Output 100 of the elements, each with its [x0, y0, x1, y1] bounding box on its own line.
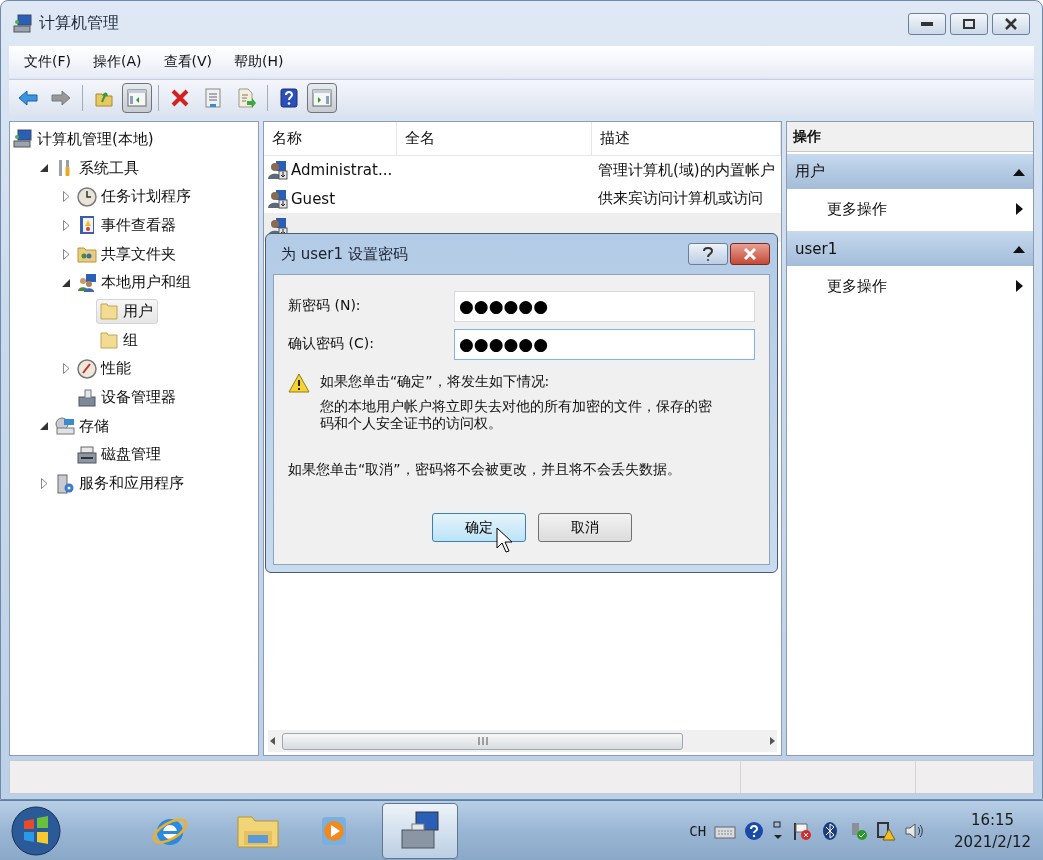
- tree-item[interactable]: 事件查看器: [74, 212, 181, 238]
- menu-item[interactable]: 帮助(H): [225, 49, 293, 75]
- close-icon: [1005, 17, 1017, 30]
- action-label: 更多操作: [827, 199, 887, 219]
- clock-icon: [77, 186, 97, 207]
- column-header[interactable]: 描述: [592, 122, 781, 155]
- close-icon: [744, 248, 756, 260]
- volume-icon: [904, 820, 925, 841]
- action-pane-icon: [312, 87, 332, 108]
- question-mark-icon: [703, 247, 713, 261]
- menu-item[interactable]: 操作(A): [84, 49, 151, 75]
- toolbox-icon: [77, 387, 97, 408]
- description-cell-text: 供来宾访问计算机或访问: [597, 189, 764, 209]
- user-icon: [268, 160, 288, 181]
- action-label: 更多操作: [827, 276, 887, 296]
- expand-icon[interactable]: [62, 363, 70, 375]
- close-button[interactable]: [992, 12, 1030, 35]
- folder-icon: [99, 301, 119, 322]
- dialog-button[interactable]: 确定: [431, 513, 526, 543]
- window-title: 计算机管理: [39, 13, 119, 34]
- tree-item[interactable]: 任务计划程序: [74, 184, 196, 210]
- tree-item[interactable]: 组: [96, 327, 143, 353]
- action-section-header[interactable]: user1: [787, 231, 1033, 266]
- section-title: 用户: [795, 162, 825, 181]
- user-icon: [268, 188, 288, 209]
- language-indicator[interactable]: CH: [689, 822, 707, 839]
- tree-item[interactable]: 本地用户和组: [74, 270, 196, 296]
- tree-item[interactable]: 共享文件夹: [74, 241, 181, 267]
- tree-pane-icon: [127, 87, 147, 108]
- users-icon: [77, 272, 97, 293]
- field-label: 新密码 (N):: [288, 297, 362, 315]
- action-section-header[interactable]: 用户: [787, 154, 1033, 189]
- user-name: Guest: [291, 189, 336, 208]
- expand-icon[interactable]: [62, 191, 70, 203]
- tree-item[interactable]: 系统工具: [52, 155, 144, 181]
- maximize-icon: [963, 18, 975, 29]
- menu-item[interactable]: 文件(F): [15, 49, 80, 75]
- drive-icon: [55, 416, 75, 437]
- help-button[interactable]: [688, 243, 728, 265]
- collapse-icon[interactable]: [1013, 167, 1025, 176]
- maximize-button[interactable]: [950, 12, 988, 35]
- column-header[interactable]: 全名: [397, 122, 592, 155]
- scroll-right-icon[interactable]: [767, 736, 777, 746]
- delete-icon: [170, 87, 190, 108]
- toolbar-button[interactable]: [307, 82, 337, 113]
- minimize-icon: [921, 21, 933, 26]
- time-text: 16:15: [970, 810, 1015, 829]
- scroll-left-icon[interactable]: [268, 736, 278, 746]
- show-hidden-icons-icon: [772, 819, 785, 842]
- expand-icon[interactable]: [40, 478, 48, 490]
- action-item[interactable]: 更多操作: [787, 266, 1033, 306]
- submenu-arrow-icon: [1016, 280, 1023, 292]
- start-button[interactable]: [10, 804, 62, 857]
- tree-item[interactable]: 设备管理器: [74, 385, 181, 411]
- menu-item[interactable]: 查看(V): [154, 49, 221, 75]
- server-gear-icon: [55, 473, 75, 494]
- action-item[interactable]: 更多操作: [787, 189, 1033, 229]
- tree-item[interactable]: 服务和应用程序: [52, 471, 189, 497]
- flag-icon: [792, 820, 813, 841]
- tree-item[interactable]: 磁盘管理: [74, 442, 166, 468]
- clock[interactable]: 16:15 2021/2/12: [954, 810, 1031, 851]
- network-icon: [876, 820, 897, 841]
- forward-icon: [49, 87, 73, 108]
- collapse-icon[interactable]: [40, 164, 48, 173]
- computer-icon: [13, 13, 33, 34]
- disk-drive-icon: [77, 444, 97, 465]
- folder-icon: [99, 330, 119, 351]
- collapse-icon[interactable]: [1013, 244, 1025, 253]
- collapse-icon[interactable]: [40, 422, 48, 431]
- warning-text: 您的本地用户帐户将立即失去对他的所有加密的文件，保存的密码和个人安全证书的访问权。: [320, 397, 712, 432]
- toolbar-button[interactable]: [122, 82, 152, 113]
- grip-icon: [477, 737, 488, 745]
- cursor-icon: [496, 527, 512, 553]
- back-icon: [16, 87, 40, 108]
- field-label: 确认密码 (C):: [288, 335, 375, 353]
- description-cell-text: 管理计算机(域)的内置帐户: [597, 160, 776, 180]
- collapse-icon[interactable]: [62, 278, 70, 287]
- help-icon: [744, 820, 765, 841]
- expand-icon[interactable]: [62, 248, 70, 260]
- horizontal-scrollbar[interactable]: [268, 730, 777, 752]
- tree-item[interactable]: 计算机管理(本地): [10, 126, 159, 152]
- properties-icon: [203, 87, 223, 108]
- close-button[interactable]: [730, 243, 770, 265]
- dialog-title: 为 user1 设置密码: [281, 244, 408, 264]
- notebook-icon: [77, 215, 97, 236]
- expand-icon[interactable]: [62, 219, 70, 231]
- minimize-button[interactable]: [908, 12, 946, 35]
- computer-icon: [13, 129, 33, 150]
- scroll-thumb[interactable]: [282, 732, 683, 750]
- dialog-button[interactable]: 取消: [537, 513, 632, 543]
- gauge-icon: [77, 358, 97, 379]
- password-field[interactable]: ●●●●●●: [454, 328, 755, 360]
- tree-item[interactable]: 性能: [74, 356, 136, 382]
- password-field[interactable]: ●●●●●●: [454, 290, 755, 322]
- taskbar-app[interactable]: [382, 802, 458, 859]
- column-header[interactable]: 名称: [264, 122, 397, 155]
- tree-item[interactable]: 用户: [96, 298, 158, 324]
- help-icon: [279, 87, 299, 108]
- submenu-arrow-icon: [1016, 203, 1023, 215]
- tree-item[interactable]: 存储: [52, 413, 114, 439]
